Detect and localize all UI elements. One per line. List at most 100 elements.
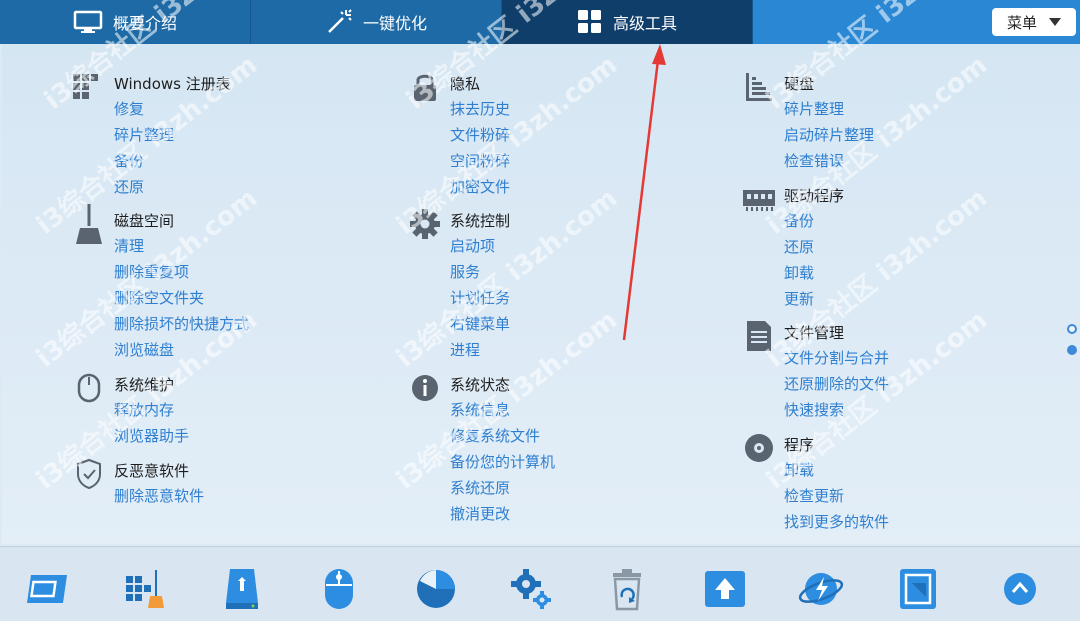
group-file-management: 文件管理 文件分割与合并 还原删除的文件 快速搜索 xyxy=(747,321,889,423)
group-title: 隐私 xyxy=(450,75,481,93)
memory-chip-icon xyxy=(742,182,776,216)
menu-label: 菜单 xyxy=(1006,13,1037,32)
disk-chart-icon xyxy=(742,70,776,104)
group-system-status: 系统状态 系统信息 修复系统文件 备份您的计算机 系统还原 撤消更改 xyxy=(412,373,555,527)
group-title: Windows 注册表 xyxy=(114,75,231,93)
tab-label: 概要介绍 xyxy=(112,14,177,33)
group-title: 文件管理 xyxy=(784,324,845,342)
link-boot-defrag[interactable]: 启动碎片整理 xyxy=(784,122,874,148)
link-quick-search[interactable]: 快速搜索 xyxy=(784,397,889,423)
tab-overview[interactable]: 概要介绍 xyxy=(0,0,251,44)
link-repair-system-files[interactable]: 修复系统文件 xyxy=(450,423,555,449)
link-check-errors[interactable]: 检查错误 xyxy=(784,148,874,174)
group-title: 驱动程序 xyxy=(784,187,845,205)
upload-icon[interactable] xyxy=(702,567,748,611)
pie-chart-icon[interactable] xyxy=(413,567,459,611)
scroll-up-icon[interactable] xyxy=(997,567,1043,611)
tab-label: 高级工具 xyxy=(612,14,677,33)
link-backup-computer[interactable]: 备份您的计算机 xyxy=(450,449,555,475)
browser-icon[interactable] xyxy=(798,567,844,611)
link-remove-duplicates[interactable]: 删除重复项 xyxy=(114,259,249,285)
group-privacy: 隐私 抹去历史 文件粉碎 空间粉碎 加密文件 xyxy=(414,72,510,200)
link-driver-backup[interactable]: 备份 xyxy=(784,208,844,234)
link-file-split-merge[interactable]: 文件分割与合并 xyxy=(784,345,889,371)
group-title: 反恶意软件 xyxy=(114,462,190,480)
link-disk-defrag[interactable]: 碎片整理 xyxy=(784,96,874,122)
screen-icon[interactable] xyxy=(24,567,70,611)
link-file-shredder[interactable]: 文件粉碎 xyxy=(450,122,510,148)
page-dot-2[interactable] xyxy=(1067,345,1077,355)
group-title: 系统维护 xyxy=(114,376,175,394)
link-erase-history[interactable]: 抹去历史 xyxy=(450,96,510,122)
link-registry-repair[interactable]: 修复 xyxy=(114,96,231,122)
monitor-icon xyxy=(73,10,103,34)
group-system-maintenance: 系统维护 释放内存 浏览器助手 xyxy=(77,373,189,449)
link-services[interactable]: 服务 xyxy=(450,259,510,285)
link-space-shredder[interactable]: 空间粉碎 xyxy=(450,148,510,174)
gear-icon xyxy=(408,207,442,241)
group-title: 系统状态 xyxy=(450,376,511,394)
shield-icon xyxy=(72,457,106,491)
page-dot-1[interactable] xyxy=(1067,324,1077,334)
disc-icon xyxy=(742,431,776,465)
link-startup-items[interactable]: 启动项 xyxy=(450,233,510,259)
broom-icon xyxy=(72,204,106,244)
group-title: 硬盘 xyxy=(784,75,815,93)
link-system-info[interactable]: 系统信息 xyxy=(450,397,555,423)
link-driver-restore[interactable]: 还原 xyxy=(784,234,844,260)
magic-wand-icon xyxy=(325,8,353,36)
link-registry-restore[interactable]: 还原 xyxy=(114,174,231,200)
link-uninstall-programs[interactable]: 卸载 xyxy=(784,457,889,483)
menu-button[interactable]: 菜单 xyxy=(992,8,1076,36)
tab-optimize[interactable]: 一键优化 xyxy=(251,0,502,44)
group-anti-malware: 反恶意软件 删除恶意软件 xyxy=(77,458,204,509)
recycle-bin-icon[interactable] xyxy=(604,567,650,611)
link-clean[interactable]: 清理 xyxy=(114,233,249,259)
tab-advanced-tools[interactable]: 高级工具 xyxy=(502,0,753,44)
link-remove-malware[interactable]: 删除恶意软件 xyxy=(114,483,204,509)
link-browse-disk[interactable]: 浏览磁盘 xyxy=(114,337,249,363)
group-system-control: 系统控制 启动项 服务 计划任务 右键菜单 进程 xyxy=(410,209,511,363)
link-browser-helper[interactable]: 浏览器助手 xyxy=(114,423,189,449)
top-tab-bar: 概要介绍 一键优化 高级工具 菜单 xyxy=(0,0,1080,44)
link-registry-defrag[interactable]: 碎片整理 xyxy=(114,122,231,148)
registry-icon xyxy=(72,70,106,104)
link-driver-uninstall[interactable]: 卸载 xyxy=(784,260,844,286)
link-find-more-software[interactable]: 找到更多的软件 xyxy=(784,509,889,535)
mouse-icon xyxy=(72,371,106,405)
link-remove-empty-folders[interactable]: 删除空文件夹 xyxy=(114,285,249,311)
grid-icon xyxy=(577,9,603,35)
lock-icon xyxy=(408,70,442,104)
group-registry: Windows 注册表 修复 碎片整理 备份 还原 xyxy=(73,72,231,200)
bottom-toolbar xyxy=(0,546,1080,621)
group-title: 系统控制 xyxy=(450,212,511,230)
link-system-restore[interactable]: 系统还原 xyxy=(450,475,555,501)
link-free-memory[interactable]: 释放内存 xyxy=(114,397,189,423)
link-encrypt-files[interactable]: 加密文件 xyxy=(450,174,510,200)
link-context-menu[interactable]: 右键菜单 xyxy=(450,311,510,337)
info-icon xyxy=(408,371,442,405)
group-hard-disk: 硬盘 碎片整理 启动碎片整理 检查错误 xyxy=(746,72,874,174)
file-icon[interactable] xyxy=(895,567,941,611)
mouse-icon[interactable] xyxy=(316,567,362,611)
group-title: 磁盘空间 xyxy=(114,212,175,230)
group-disk-space: 磁盘空间 清理 删除重复项 删除空文件夹 删除损坏的快捷方式 浏览磁盘 xyxy=(76,204,249,363)
registry-clean-icon[interactable] xyxy=(121,567,167,611)
tab-label: 一键优化 xyxy=(362,14,427,33)
link-remove-broken-shortcuts[interactable]: 删除损坏的快捷方式 xyxy=(114,311,249,337)
gears-icon[interactable] xyxy=(508,567,554,611)
link-scheduled-tasks[interactable]: 计划任务 xyxy=(450,285,510,311)
disk-icon[interactable] xyxy=(219,567,265,611)
link-restore-deleted-files[interactable]: 还原删除的文件 xyxy=(784,371,889,397)
link-undo-changes[interactable]: 撤消更改 xyxy=(450,501,555,527)
link-processes[interactable]: 进程 xyxy=(450,337,510,363)
group-programs: 程序 卸载 检查更新 找到更多的软件 xyxy=(745,433,889,535)
link-driver-update[interactable]: 更新 xyxy=(784,286,844,312)
chevron-down-icon xyxy=(1049,18,1061,26)
group-drivers: 驱动程序 备份 还原 卸载 更新 xyxy=(743,184,845,312)
link-check-updates[interactable]: 检查更新 xyxy=(784,483,889,509)
advanced-tools-panel: Windows 注册表 修复 碎片整理 备份 还原 磁盘空间 清理 删除重复项 … xyxy=(2,44,1080,544)
link-registry-backup[interactable]: 备份 xyxy=(114,148,231,174)
group-title: 程序 xyxy=(784,436,815,454)
document-icon xyxy=(742,319,776,353)
